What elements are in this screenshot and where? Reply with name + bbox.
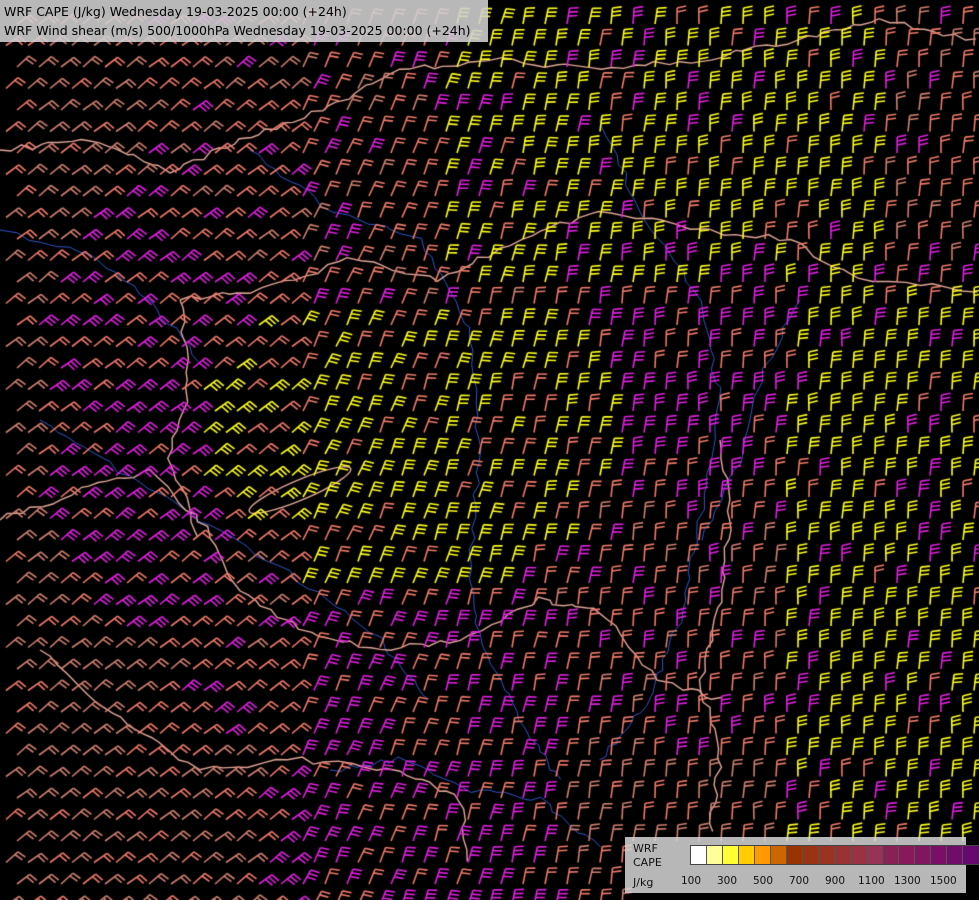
legend-swatch <box>691 846 707 864</box>
legend-tick-1100: 1100 <box>858 875 885 887</box>
legend-swatch <box>771 846 787 864</box>
legend-swatch <box>947 846 963 864</box>
wind-shear-barb-map <box>0 0 979 900</box>
legend-tick-1300: 1300 <box>894 875 921 887</box>
legend-swatch <box>803 846 819 864</box>
legend-swatch <box>867 846 883 864</box>
legend-color-scale <box>690 845 979 865</box>
legend-swatch <box>787 846 803 864</box>
legend-unit-label: J/kg <box>633 876 654 889</box>
legend-field-label: CAPE <box>633 856 662 869</box>
legend-tick-300: 300 <box>717 875 738 887</box>
legend-swatch <box>963 846 979 864</box>
legend-model-label: WRF <box>633 842 658 855</box>
wind-shear-title: WRF Wind shear (m/s) 500/1000hPa Wednesd… <box>4 23 471 38</box>
legend-swatch <box>819 846 835 864</box>
legend-tick-700: 700 <box>789 875 810 887</box>
legend-swatch <box>883 846 899 864</box>
legend-tick-100: 100 <box>681 875 702 887</box>
legend-swatch <box>899 846 915 864</box>
cape-legend: WRF CAPE J/kg 100 300 500 700 900 1100 1… <box>625 837 979 893</box>
legend-swatch <box>835 846 851 864</box>
map-title-box: WRF CAPE (J/kg) Wednesday 19-03-2025 00:… <box>0 0 488 42</box>
legend-swatch <box>931 846 947 864</box>
legend-swatch <box>915 846 931 864</box>
legend-tick-500: 500 <box>753 875 774 887</box>
cape-title: WRF CAPE (J/kg) Wednesday 19-03-2025 00:… <box>4 4 347 19</box>
legend-swatch <box>755 846 771 864</box>
legend-swatch <box>707 846 723 864</box>
legend-swatch <box>723 846 739 864</box>
legend-tick-1500: 1500 <box>930 875 957 887</box>
legend-swatch <box>851 846 867 864</box>
legend-swatch <box>739 846 755 864</box>
legend-tick-900: 900 <box>825 875 846 887</box>
